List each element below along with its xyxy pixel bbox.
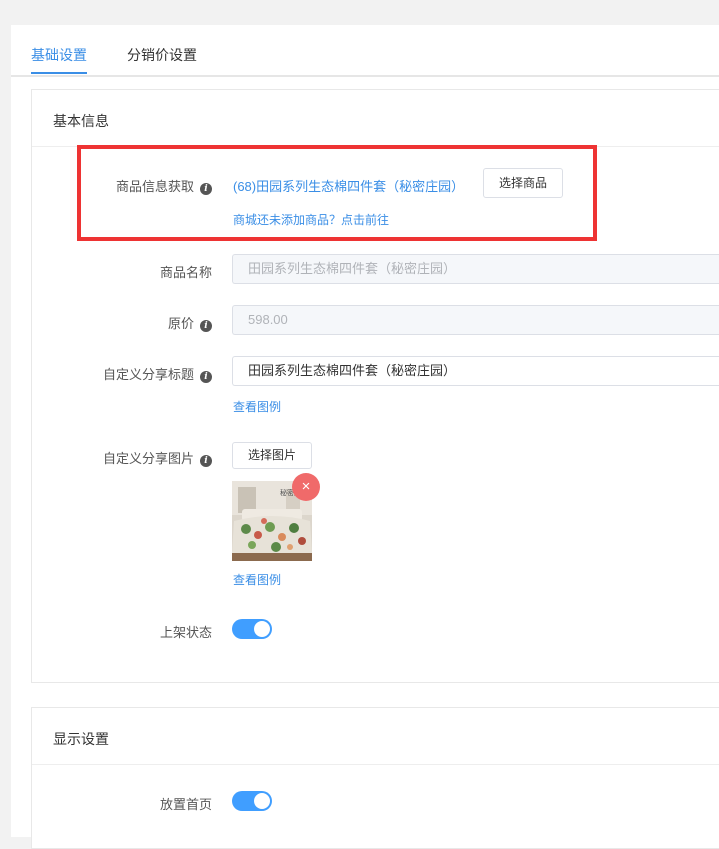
display-settings-card: 显示设置 [31, 707, 719, 849]
original-price-input[interactable]: 598.00 [232, 305, 719, 335]
display-settings-title: 显示设置 [53, 731, 109, 747]
info-icon[interactable]: i [200, 455, 212, 467]
product-name-input[interactable]: 田园系列生态棉四件套（秘密庄园） [232, 254, 719, 284]
homepage-label: 放置首页 [32, 794, 212, 813]
original-price-label-text: 原价 [167, 316, 194, 331]
listing-status-label-text: 上架状态 [159, 625, 212, 640]
listing-status-label: 上架状态 [32, 622, 212, 641]
share-title-label-text: 自定义分享标题 [102, 367, 194, 382]
share-title-example-link[interactable]: 查看图例 [233, 398, 281, 415]
share-title-label: 自定义分享标题 i [32, 364, 212, 383]
listing-status-switch[interactable] [232, 619, 272, 639]
basic-info-header: 基本信息 [32, 90, 719, 147]
homepage-switch[interactable] [232, 791, 272, 811]
close-icon[interactable]: × [292, 473, 320, 501]
info-icon[interactable]: i [200, 320, 212, 332]
tab-distribution-price[interactable]: 分销价设置 [127, 45, 197, 65]
homepage-label-text: 放置首页 [159, 797, 212, 812]
share-image-label-text: 自定义分享图片 [102, 451, 194, 466]
tab-basic-settings[interactable]: 基础设置 [31, 45, 87, 65]
tab-bar: 基础设置 分销价设置 [11, 25, 719, 77]
switch-knob [254, 793, 270, 809]
display-settings-header: 显示设置 [32, 708, 719, 765]
switch-knob [254, 621, 270, 637]
product-name-label-text: 商品名称 [159, 265, 212, 280]
share-image-label: 自定义分享图片 i [32, 448, 212, 467]
info-icon[interactable]: i [200, 371, 212, 383]
highlight-box [77, 145, 597, 241]
select-image-button[interactable]: 选择图片 [232, 442, 312, 469]
share-image-example-link[interactable]: 查看图例 [233, 571, 281, 588]
product-name-label: 商品名称 [32, 262, 212, 281]
original-price-label: 原价 i [32, 313, 212, 332]
share-title-input[interactable]: 田园系列生态棉四件套（秘密庄园） [232, 356, 719, 386]
basic-info-title: 基本信息 [53, 113, 109, 129]
active-tab-indicator [31, 72, 87, 74]
